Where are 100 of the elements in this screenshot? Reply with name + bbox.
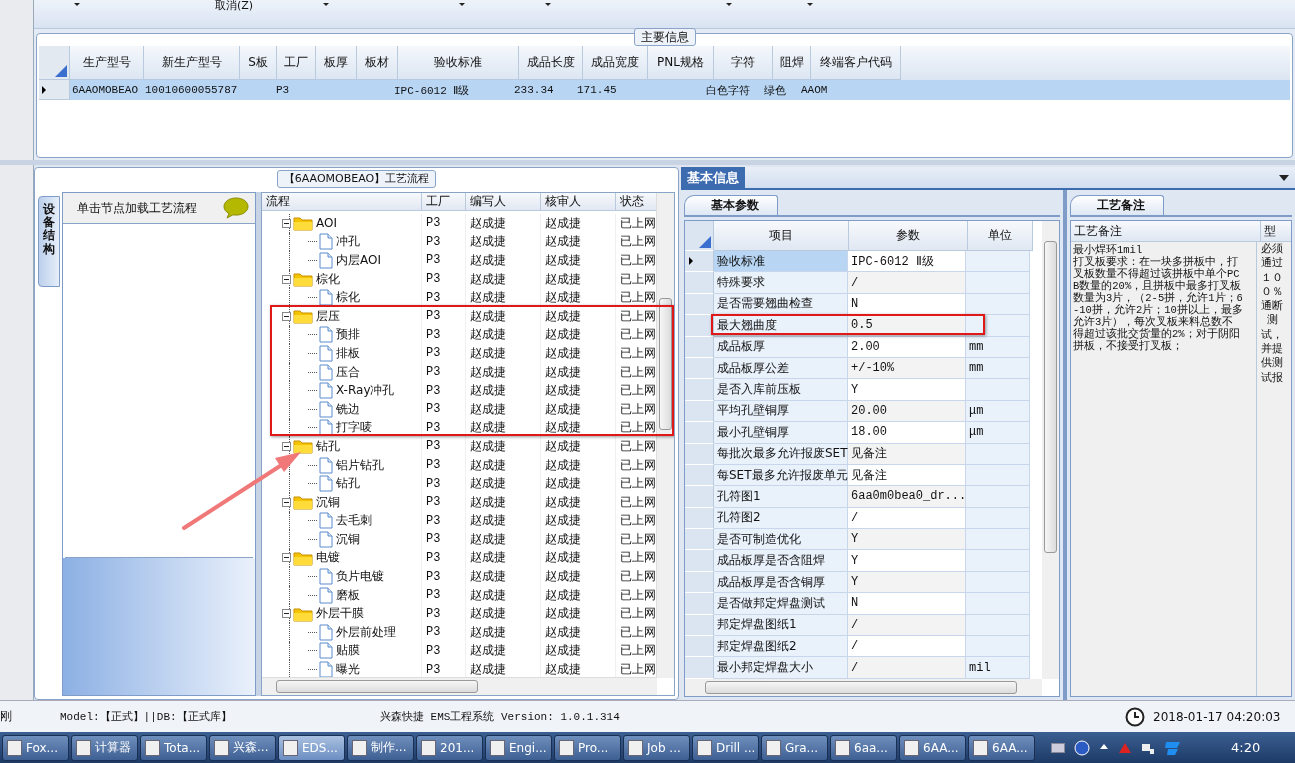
table-row[interactable]: 邦定焊盘图纸1 / [685,614,1030,637]
table-cell: 孔符图2 [717,509,761,527]
collapse-icon[interactable] [282,274,291,284]
dropdown-caret-icon[interactable] [74,3,80,6]
table-cell: / [851,510,859,525]
column-header[interactable]: 流程 [262,193,422,210]
tree-item[interactable]: 铝片钻孔 [336,456,384,474]
taskbar-button[interactable]: 兴森... [209,734,276,761]
parameters-tab[interactable]: 基本参数 [684,195,778,215]
tree-item[interactable]: 棕化 [316,270,340,288]
table-row[interactable]: 最小邦定焊盘大小 / mil [685,657,1030,679]
taskbar-button[interactable]: Drill ... [692,734,759,761]
taskbar-button[interactable]: 6aa... [830,734,897,761]
taskbar-button[interactable]: Gra... [761,734,828,761]
collapse-icon[interactable] [282,441,291,451]
table-cell: 18.00 [851,425,887,440]
collapse-icon[interactable] [282,553,291,563]
tree-item[interactable]: 内层AOI [336,252,381,269]
table-row[interactable]: 是否需要翘曲检查 N [685,293,1030,316]
table-row[interactable]: 邦定焊盘图纸2 / [685,636,1030,658]
table-row[interactable]: 6AAOMOBEAO 10010600055787 P3 IPC-6012 Ⅱ级 233.34 171.45 白色字符 绿色 AAOM [39,80,1290,100]
taskbar-button[interactable]: 6AA... [968,734,1035,761]
document-icon [319,363,333,381]
tree-item[interactable]: 排板 [336,344,360,362]
horizontal-scrollbar[interactable] [262,677,657,695]
taskbar-button[interactable]: 制作... [347,734,414,761]
table-row[interactable]: 是否入库前压板 Y [685,379,1030,401]
taskbar-button[interactable]: 201... [416,734,483,761]
table-row[interactable]: 最大翘曲度 0.5 [685,315,1030,337]
table-cell: 赵成捷 [545,233,581,251]
dropdown-caret-icon[interactable] [545,3,552,6]
tree-item[interactable]: X-Ray冲孔 [336,382,395,400]
dropdown-caret-icon[interactable] [1279,175,1289,181]
taskbar-button[interactable]: Fox... [2,734,69,761]
tree-item[interactable]: 压合 [336,363,360,381]
tree-item[interactable]: 打字唛 [336,419,372,437]
taskbar-button[interactable]: Job ... [623,734,690,761]
table-row[interactable]: 每批次最多允许报废SET 见备注 [685,443,1030,465]
tree-item[interactable]: 贴膜 [336,642,360,660]
column-header[interactable]: 工厂 [422,193,466,210]
basic-info-tab[interactable]: 基本信息 [681,167,745,188]
tree-item[interactable]: 去毛刺 [336,512,372,530]
table-row[interactable]: 成品板厚公差 +/-10% mm [685,357,1030,380]
tree-item[interactable]: 层压 [316,307,340,325]
tree-item[interactable]: 外层前处理 [336,623,396,641]
table-cell-text: 绿色 [764,83,786,98]
notes-tab[interactable]: 工艺备注 [1070,195,1164,215]
tree-item[interactable]: 铣边 [336,400,360,418]
cancel-menu-item[interactable]: 取消(Z) [215,0,254,12]
tree-item[interactable]: 负片电镀 [336,568,384,586]
taskbar-button[interactable]: Pro... [554,734,621,761]
table-row[interactable]: 成品板厚 2.00 mm [685,336,1030,358]
column-header[interactable]: 工艺备注 [1071,221,1261,241]
column-header[interactable]: 型 [1261,221,1291,241]
dropdown-caret-icon[interactable] [726,3,733,6]
tree-item[interactable]: 外层干膜 [316,605,364,623]
tree-item[interactable]: 磨板 [336,586,360,604]
tree-item[interactable]: 钻孔 [336,475,360,493]
table-row[interactable]: 孔符图2 / [685,507,1030,530]
tree-item[interactable]: 棕化 [336,289,360,307]
taskbar-button[interactable]: Tota... [140,734,207,761]
vertical-scrollbar[interactable] [656,193,674,678]
keyboard-icon[interactable] [1051,741,1065,754]
table-row[interactable]: 每SET最多允许报废单元 见备注 [685,464,1030,487]
taskbar-button[interactable]: 6AA... [899,734,966,761]
collapse-icon[interactable] [282,218,291,228]
flag-icon[interactable] [1164,739,1182,756]
tree-item[interactable]: AOI [316,216,337,231]
tree-item[interactable]: 沉铜 [336,530,360,548]
table-row[interactable]: 特殊要求 / [685,272,1030,294]
table-row[interactable]: 验收标准 IPC-6012 Ⅱ级 [685,251,1030,273]
tree-item[interactable]: 冲孔 [336,233,360,251]
dropdown-caret-icon[interactable] [459,3,466,6]
vertical-scrollbar[interactable] [1042,221,1059,679]
collapse-icon[interactable] [282,311,291,321]
collapse-icon[interactable] [282,609,291,619]
taskbar-button[interactable]: 计算器 [71,734,138,761]
tree-item[interactable]: 电镀 [316,549,340,567]
table-row[interactable]: 成品板厚是否含阻焊 Y [685,550,1030,572]
side-tab[interactable]: 设备结构 [38,196,60,287]
column-header[interactable]: 核审人 [541,193,616,210]
table-cell: 已上网 [620,605,656,623]
taskbar-button[interactable]: Engi... [485,734,552,761]
table-row[interactable]: 孔符图1 6aa0m0bea0_dr... [685,486,1030,508]
table-row[interactable]: 成品板厚是否含铜厚 Y [685,571,1030,594]
tree-item[interactable]: 钻孔 [316,437,340,455]
table-row[interactable]: 是否可制造优化 Y [685,529,1030,551]
dropdown-caret-icon[interactable] [323,3,330,6]
tree-item[interactable]: 沉铜 [316,493,340,511]
column-header[interactable]: 编写人 [466,193,541,210]
tree-item[interactable]: 曝光 [336,661,360,679]
horizontal-scrollbar[interactable] [685,679,1042,696]
help-icon[interactable] [1074,739,1090,756]
table-row[interactable]: 是否做邦定焊盘测试 N [685,593,1030,615]
table-cell: 赵成捷 [545,549,581,567]
collapse-icon[interactable] [282,497,291,507]
tree-item[interactable]: 预排 [336,326,360,344]
table-row[interactable]: 最小孔壁铜厚 18.00 μm [685,422,1030,444]
table-row[interactable]: 平均孔壁铜厚 20.00 μm [685,400,1030,423]
dropdown-caret-icon[interactable] [807,3,814,6]
